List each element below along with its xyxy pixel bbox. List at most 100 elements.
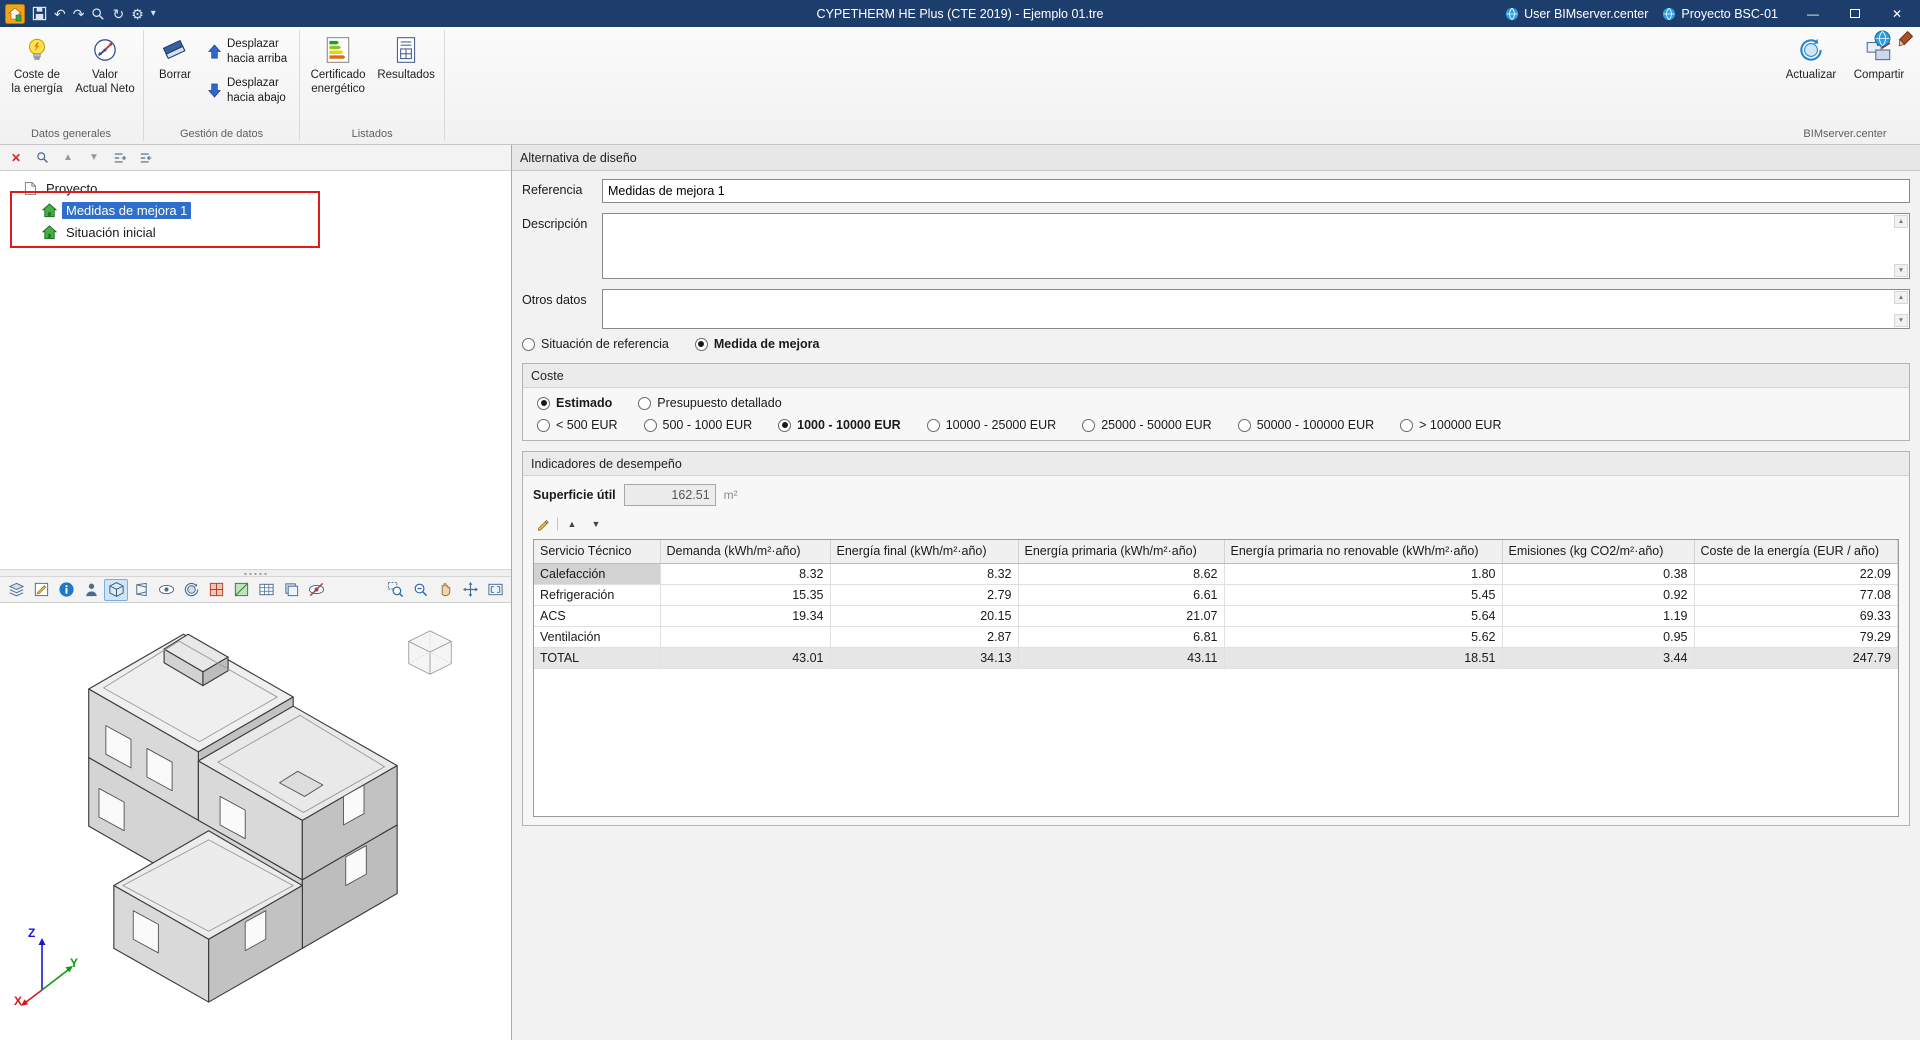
cell[interactable]: 22.09 xyxy=(1694,563,1898,585)
layer-stack-icon[interactable] xyxy=(279,579,303,601)
save-icon[interactable] xyxy=(32,6,47,21)
cell[interactable]: 5.62 xyxy=(1224,626,1503,648)
coste-energia-button[interactable]: Coste de la energía xyxy=(4,29,70,107)
tree-item-medidas-de-mejora[interactable]: Medidas de mejora 1 xyxy=(0,199,511,221)
cell[interactable]: 15.35 xyxy=(660,584,831,606)
update-icon[interactable]: ↻ xyxy=(112,7,124,21)
cell[interactable]: 2.87 xyxy=(830,626,1019,648)
connection-status-icon[interactable] xyxy=(1874,30,1891,47)
scroll-down-icon[interactable]: ▼ xyxy=(1894,314,1908,327)
cell[interactable]: 6.81 xyxy=(1018,626,1225,648)
cell[interactable]: 8.62 xyxy=(1018,563,1225,585)
cell[interactable]: ACS xyxy=(534,605,661,627)
orbit-rotate-icon[interactable] xyxy=(179,579,203,601)
cell[interactable]: 20.15 xyxy=(830,605,1019,627)
radio-situacion-referencia[interactable]: Situación de referencia xyxy=(522,337,669,351)
descripcion-input[interactable] xyxy=(603,214,1909,278)
cell[interactable]: 79.29 xyxy=(1694,626,1898,648)
cell[interactable]: 247.79 xyxy=(1694,647,1898,669)
close-button[interactable]: ✕ xyxy=(1876,0,1918,27)
cell[interactable]: 19.34 xyxy=(660,605,831,627)
radio-range-4[interactable]: 25000 - 50000 EUR xyxy=(1082,418,1212,432)
cell[interactable]: 8.32 xyxy=(830,563,1019,585)
pan-hand-icon[interactable] xyxy=(433,579,457,601)
redo-icon[interactable]: ↷ xyxy=(73,7,85,21)
view-cube[interactable] xyxy=(401,625,459,683)
certificado-energetico-button[interactable]: Certificado energético xyxy=(305,29,371,107)
maximize-button[interactable] xyxy=(1834,0,1876,27)
radio-range-6[interactable]: > 100000 EUR xyxy=(1400,418,1502,432)
cell[interactable]: 0.38 xyxy=(1502,563,1695,585)
cell[interactable]: 5.64 xyxy=(1224,605,1503,627)
cell[interactable]: 3.44 xyxy=(1502,647,1695,669)
radio-range-2[interactable]: 1000 - 10000 EUR xyxy=(778,418,901,432)
cell[interactable]: Calefacción xyxy=(534,563,661,585)
move-item-down-icon[interactable]: ▼ xyxy=(83,148,105,168)
cell[interactable] xyxy=(660,626,831,648)
cell[interactable]: 77.08 xyxy=(1694,584,1898,606)
cell[interactable]: TOTAL xyxy=(534,647,661,669)
customize-brush-icon[interactable] xyxy=(1897,30,1914,47)
cell[interactable]: 21.07 xyxy=(1018,605,1225,627)
toolbar-menu-caret-icon[interactable]: ▾ xyxy=(151,8,156,19)
radio-medida-mejora[interactable]: Medida de mejora xyxy=(694,337,819,351)
radio-range-0[interactable]: < 500 EUR xyxy=(537,418,618,432)
desplazar-abajo-button[interactable]: Desplazar hacia abajo xyxy=(203,72,294,109)
edit-plan-icon[interactable] xyxy=(29,579,53,601)
fit-screen-icon[interactable] xyxy=(483,579,507,601)
cell[interactable]: 1.80 xyxy=(1224,563,1503,585)
zoom-out-icon[interactable] xyxy=(408,579,432,601)
hide-elements-icon[interactable] xyxy=(304,579,328,601)
resultados-button[interactable]: Resultados xyxy=(373,29,439,107)
collapse-tree-icon[interactable] xyxy=(135,148,157,168)
cell[interactable]: 2.79 xyxy=(830,584,1019,606)
cell[interactable]: 5.45 xyxy=(1224,584,1503,606)
cell[interactable]: 0.92 xyxy=(1502,584,1695,606)
horizontal-splitter[interactable] xyxy=(0,569,511,577)
radio-presupuesto-detallado[interactable]: Presupuesto detallado xyxy=(638,396,782,410)
cell[interactable]: 43.11 xyxy=(1018,647,1225,669)
cell[interactable]: Refrigeración xyxy=(534,584,661,606)
minimize-button[interactable]: — xyxy=(1792,0,1834,27)
desplazar-arriba-button[interactable]: Desplazar hacia arriba xyxy=(203,33,294,70)
tree-item-proyecto[interactable]: Proyecto xyxy=(0,177,511,199)
move-item-up-icon[interactable]: ▲ xyxy=(57,148,79,168)
person-view-icon[interactable] xyxy=(79,579,103,601)
info-icon[interactable] xyxy=(54,579,78,601)
radio-range-5[interactable]: 50000 - 100000 EUR xyxy=(1237,418,1374,432)
valor-actual-neto-button[interactable]: Valor Actual Neto xyxy=(72,29,138,107)
row-up-icon[interactable]: ▲ xyxy=(562,515,582,533)
scroll-up-icon[interactable]: ▲ xyxy=(1894,291,1908,304)
radio-estimado[interactable]: Estimado xyxy=(537,396,612,410)
model-3d-viewport[interactable]: Z Y X xyxy=(0,603,511,1040)
search-icon[interactable] xyxy=(31,148,53,168)
cell[interactable]: 69.33 xyxy=(1694,605,1898,627)
configuration-icon[interactable]: ⚙ xyxy=(131,7,144,21)
cell[interactable]: 34.13 xyxy=(830,647,1019,669)
cell[interactable]: Ventilación xyxy=(534,626,661,648)
radio-range-3[interactable]: 10000 - 25000 EUR xyxy=(926,418,1056,432)
cell[interactable]: 43.01 xyxy=(660,647,831,669)
otros-datos-input[interactable] xyxy=(603,290,1909,328)
app-icon[interactable] xyxy=(5,3,25,24)
center-view-icon[interactable] xyxy=(458,579,482,601)
zoom-window-icon[interactable] xyxy=(383,579,407,601)
bimserver-user[interactable]: User BIMserver.center xyxy=(1505,7,1648,21)
cell[interactable]: 18.51 xyxy=(1224,647,1503,669)
tree-item-situacion-inicial[interactable]: Situación inicial xyxy=(0,221,511,243)
layers-icon[interactable] xyxy=(4,579,28,601)
undo-icon[interactable]: ↶ xyxy=(54,7,66,21)
cell[interactable]: 1.19 xyxy=(1502,605,1695,627)
scroll-down-icon[interactable]: ▼ xyxy=(1894,264,1908,277)
perspective-view-icon[interactable] xyxy=(129,579,153,601)
shadows-icon[interactable] xyxy=(229,579,253,601)
borrar-button[interactable]: Borrar xyxy=(149,29,201,107)
orthographic-view-icon[interactable] xyxy=(104,578,128,601)
zoom-icon[interactable] xyxy=(91,7,105,21)
radio-range-1[interactable]: 500 - 1000 EUR xyxy=(643,418,752,432)
thermal-results-icon[interactable] xyxy=(204,579,228,601)
row-down-icon[interactable]: ▼ xyxy=(586,515,606,533)
actualizar-button[interactable]: Actualizar xyxy=(1778,29,1844,101)
scroll-up-icon[interactable]: ▲ xyxy=(1894,215,1908,228)
visibility-eye-icon[interactable] xyxy=(154,579,178,601)
